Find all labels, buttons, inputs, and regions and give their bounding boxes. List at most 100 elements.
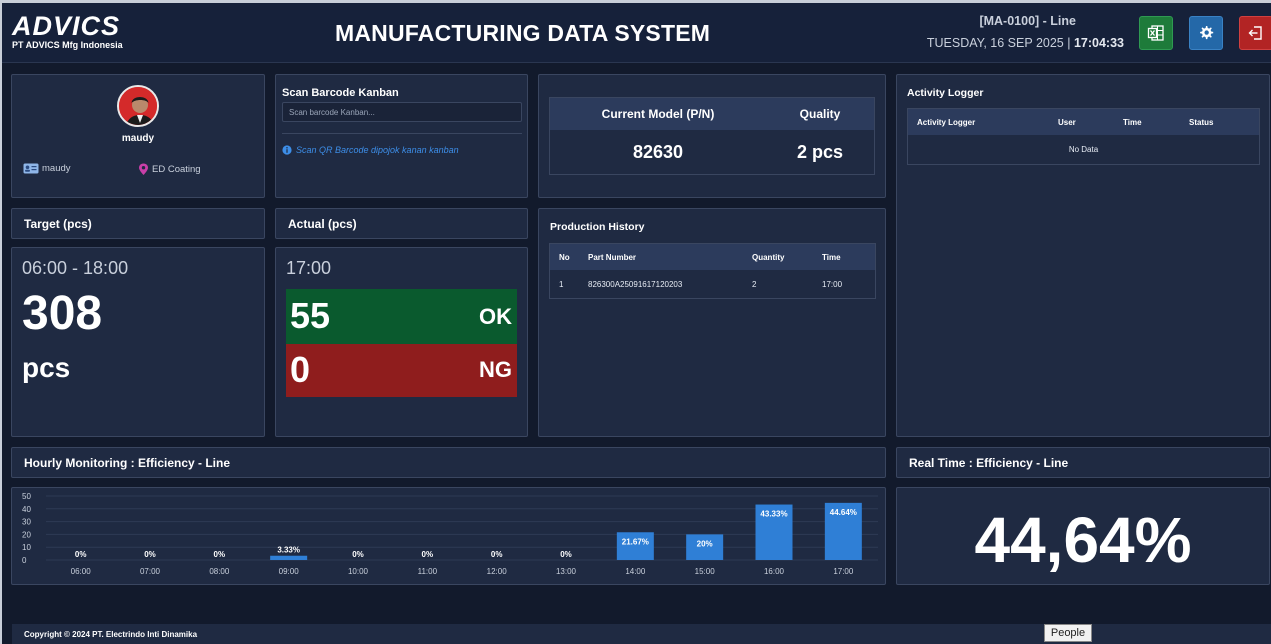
production-history-panel: Production History No Part Number Quanti…: [538, 208, 886, 437]
x-tick-label: 06:00: [71, 567, 92, 576]
data-label: 0%: [422, 550, 434, 559]
table-cell: 17:00: [822, 279, 843, 289]
logout-button[interactable]: [1239, 16, 1271, 50]
current-quality-value: 2 pcs: [796, 141, 844, 162]
y-tick-label: 40: [22, 505, 31, 514]
hourly-monitoring-label: Hourly Monitoring : Efficiency - Line: [24, 455, 231, 470]
realtime-panel: 44,64%: [896, 487, 1270, 585]
table-cell: 2: [752, 279, 757, 289]
ng-count: 0: [290, 349, 311, 390]
activity-logger-title: Activity Logger: [907, 87, 984, 99]
x-tick-label: 16:00: [764, 567, 785, 576]
user-id-label: maudy: [42, 163, 71, 174]
current-time: 17:04:33: [1073, 36, 1124, 50]
x-tick-label: 14:00: [625, 567, 646, 576]
page-title: MANUFACTURING DATA SYSTEM: [335, 20, 711, 46]
no-data-message: No Data: [1068, 144, 1099, 154]
empty-row: No Data: [908, 135, 1259, 163]
company-logo: ADVICS PT ADVICS Mfg Indonesia: [12, 11, 123, 51]
hourly-chart-panel: 0 10 20 30 40 50 0% 06:00 0% 07:00 0% 08:00 3.33% 09:…: [11, 487, 886, 585]
column-header: Activity Logger: [917, 117, 976, 127]
bar: [270, 555, 308, 560]
barcode-scan-input[interactable]: [282, 102, 522, 122]
column-header: User: [1058, 117, 1076, 127]
ng-label: NG: [479, 357, 512, 382]
actual-label: Actual (pcs): [288, 216, 357, 231]
location-icon: [139, 163, 148, 175]
date-time: TUESDAY, 16 SEP 2025 | 17:04:33: [927, 36, 1124, 50]
user-id: maudy: [23, 163, 71, 174]
hourly-efficiency-chart: 0 10 20 30 40 50 0% 06:00 0% 07:00 0% 08:00 3.33% 09:…: [22, 492, 878, 576]
current-date: TUESDAY, 16 SEP 2025: [926, 36, 1064, 50]
production-history-title: Production History: [550, 221, 645, 233]
production-history-table: No Part Number Quantity Time 1 826300A25…: [549, 243, 876, 299]
data-label: 3.33%: [277, 546, 300, 555]
target-label-bar: Target (pcs): [11, 208, 265, 239]
x-tick-label: 15:00: [695, 567, 716, 576]
user-station: ED Coating: [138, 163, 201, 176]
column-header: Quantity: [752, 252, 785, 262]
actual-label-bar: Actual (pcs): [275, 208, 528, 239]
logo-subtitle: PT ADVICS Mfg Indonesia: [12, 40, 123, 50]
ok-count: 55: [290, 295, 331, 336]
line-id: [MA-0100] - Line: [979, 14, 1076, 28]
excel-icon: [1147, 25, 1164, 41]
activity-logger-table: Activity Logger User Time Status No Data: [907, 108, 1260, 165]
scan-hint: Scan QR Barcode dipojok kanan kanban: [282, 145, 459, 155]
x-tick-label: 12:00: [487, 567, 508, 576]
ng-count-box: 0 NG: [286, 344, 517, 397]
realtime-efficiency-value: 44,64%: [974, 504, 1192, 576]
avatar[interactable]: [117, 85, 159, 127]
data-label: 20%: [697, 539, 713, 548]
table-row[interactable]: 1 826300A25091617120203 2 17:00: [550, 270, 875, 298]
app-header: ADVICS PT ADVICS Mfg Indonesia MANUFACTU…: [2, 3, 1271, 63]
tooltip: People: [1044, 624, 1092, 642]
x-tick-label: 11:00: [418, 567, 438, 576]
current-model-table: Current Model (P/N) Quality 82630 2 pcs: [549, 97, 875, 175]
data-label: 0%: [491, 550, 503, 559]
realtime-label: Real Time : Efficiency - Line: [909, 455, 1069, 470]
copyright-text: Copyright © 2024 PT. Electrindo Inti Din…: [24, 629, 198, 639]
user-photo-icon: [119, 87, 157, 125]
y-tick-label: 30: [22, 518, 31, 527]
x-tick-label: 17:00: [833, 567, 854, 576]
realtime-label-bar: Real Time : Efficiency - Line: [896, 447, 1270, 478]
x-tick-label: 08:00: [209, 567, 230, 576]
data-label: 0%: [144, 550, 156, 559]
x-tick-label: 09:00: [279, 567, 300, 576]
target-label: Target (pcs): [24, 216, 92, 231]
export-excel-button[interactable]: [1139, 16, 1173, 50]
data-label: 0%: [75, 550, 87, 559]
actual-panel: 17:00 55 OK 0 NG: [275, 247, 528, 437]
user-panel: maudy maudy ED Coating: [11, 74, 265, 198]
settings-button[interactable]: [1189, 16, 1223, 50]
y-tick-label: 20: [22, 530, 31, 539]
data-label: 43.33%: [760, 510, 787, 519]
x-tick-label: 13:00: [556, 567, 577, 576]
y-tick-label: 50: [22, 492, 31, 501]
y-tick-label: 10: [22, 543, 31, 552]
gear-icon: [1200, 26, 1214, 40]
production-history-header: No Part Number Quantity Time: [550, 244, 875, 270]
table-cell: 1: [559, 279, 564, 289]
divider: [282, 133, 522, 134]
current-model-panel: Current Model (P/N) Quality 82630 2 pcs: [538, 74, 886, 198]
data-label: 21.67%: [622, 537, 649, 546]
data-label: 0%: [560, 550, 572, 559]
scan-title: Scan Barcode Kanban: [282, 87, 399, 99]
user-station-label: ED Coating: [152, 164, 201, 175]
current-model-header: Current Model (P/N) Quality: [550, 98, 874, 130]
target-shift: 06:00 - 18:00: [22, 258, 129, 278]
y-tick-label: 0: [22, 556, 27, 565]
info-icon: [282, 145, 292, 155]
model-column-header: Current Model (P/N): [601, 107, 715, 121]
id-card-icon: [23, 163, 39, 174]
target-panel: 06:00 - 18:00 308 pcs: [11, 247, 265, 437]
scan-hint-text: Scan QR Barcode dipojok kanan kanban: [296, 145, 459, 155]
column-header: Part Number: [588, 252, 637, 262]
ok-count-box: 55 OK: [286, 289, 517, 344]
activity-logger-panel: Activity Logger Activity Logger User Tim…: [896, 74, 1270, 437]
date-separator: |: [1063, 36, 1074, 50]
logo-wordmark: ADVICS: [12, 11, 121, 41]
x-tick-label: 07:00: [140, 567, 161, 576]
